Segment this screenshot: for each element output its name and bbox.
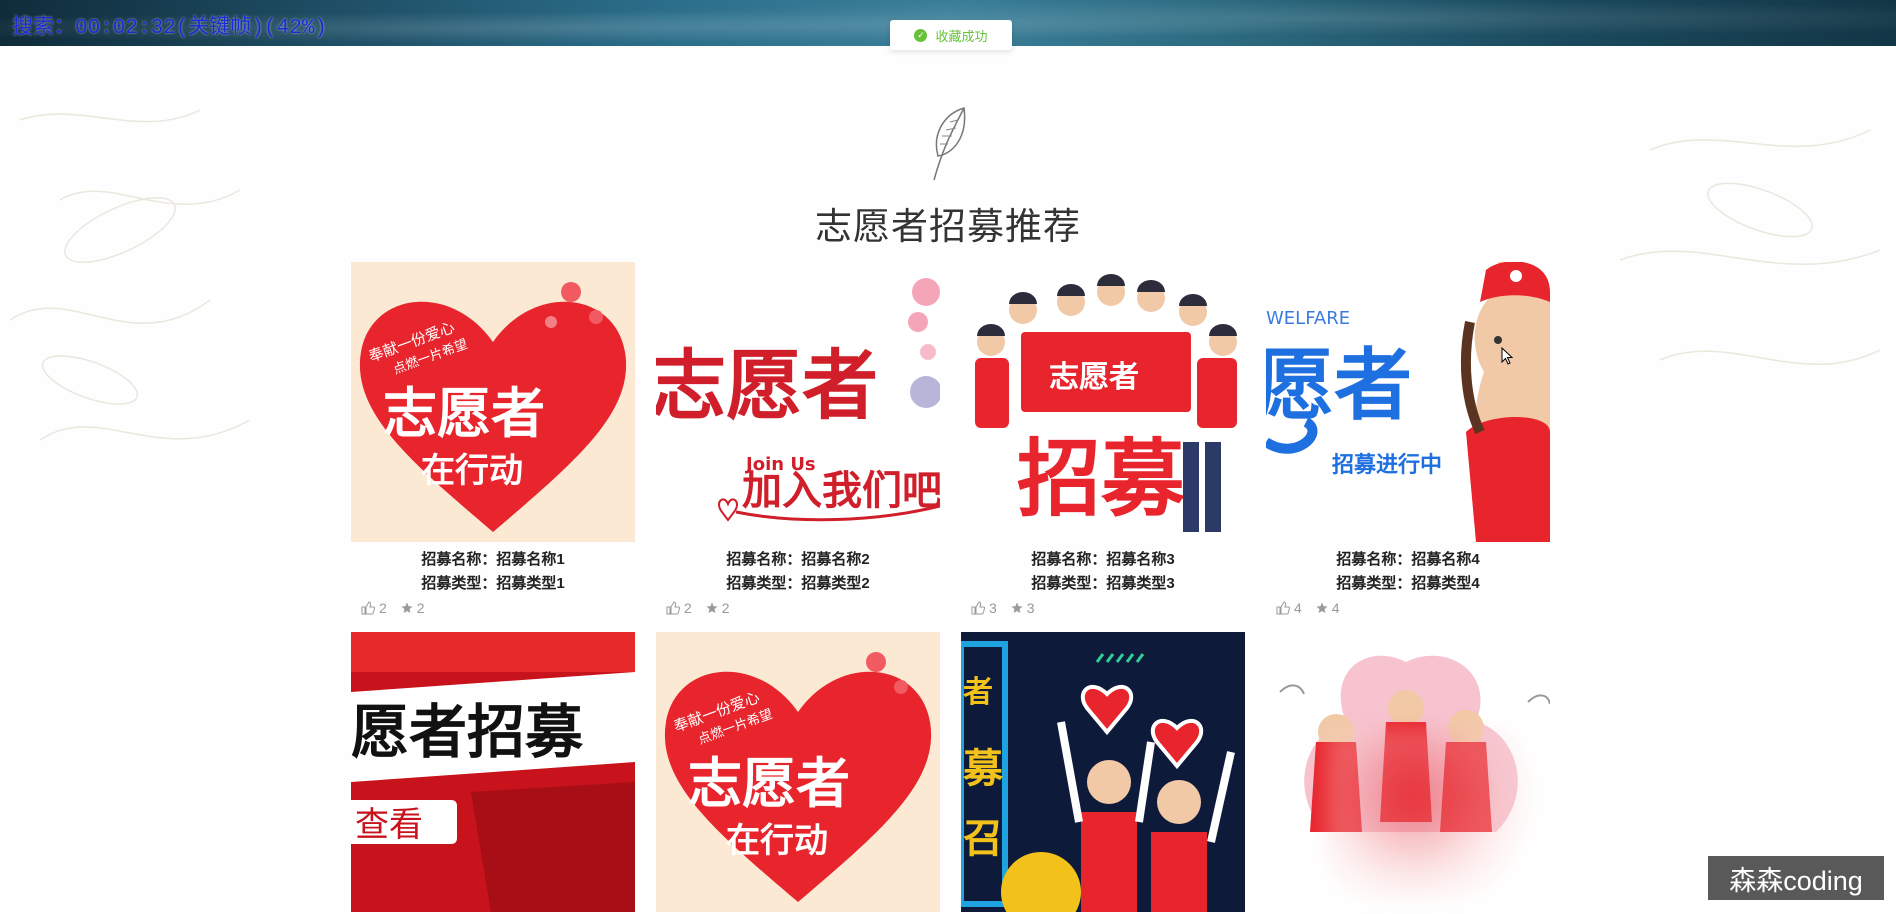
recruit-poster-3[interactable]: 志愿者 招募 [961,262,1245,542]
card-stats: 2 2 [656,600,940,616]
recruit-card-3[interactable]: 志愿者 招募 招募名称：招募名称3 招募类型：招募类型3 3 3 [961,262,1245,616]
video-search-overlay: 搜索：00:02:32(关键帧)(42%) [12,17,328,40]
thumbs-up-icon [361,601,375,615]
like-count: 4 [1294,600,1302,616]
recruit-card-2[interactable]: 志愿者 Join Us 加入我们吧 招募名称：招募名称2 招募类型：招募类型2 … [656,262,940,616]
poster-headline: 志愿者 [688,752,850,815]
recruit-type: 招募类型：招募类型3 [1031,575,1175,592]
recruit-poster-6[interactable]: 奉献一份爱心 点燃一片希望 志愿者 在行动 [656,632,940,912]
star-icon [1011,602,1023,613]
poster-headline: 愿者 [1266,341,1412,431]
recruit-poster-2[interactable]: 志愿者 Join Us 加入我们吧 [656,262,940,542]
poster-subheadline: 加入我们吧 [742,468,940,514]
poster-subheadline: 招募进行中 [1332,452,1442,478]
card-info: 招募名称：招募名称1 招募类型：招募类型1 [351,548,635,596]
star-icon [401,602,413,613]
recruit-name: 招募名称：招募名称2 [726,551,870,568]
recruit-type: 招募类型：招募类型4 [1336,575,1480,592]
card-stats: 3 3 [961,600,1245,616]
card-stats: 4 4 [1266,600,1550,616]
recruit-poster-7[interactable]: 者 募 召 [961,632,1245,912]
recruit-poster-4[interactable]: WELFARE 愿者 招募进行中 [1266,262,1550,542]
recruit-poster-5[interactable]: 愿者招募 查看 [351,632,635,912]
blur-patch [1326,728,1546,898]
thumbs-up-icon [971,601,985,615]
poster-headline: 招募 [1017,430,1186,528]
poster-subheadline: 在行动 [421,451,523,491]
poster-banner-text: 志愿者 [1049,360,1139,395]
recruit-card-6[interactable]: 奉献一份爱心 点燃一片希望 志愿者 在行动 [656,632,940,912]
toast-message: 收藏成功 [935,28,988,44]
like-stat[interactable]: 2 [666,600,692,616]
poster-char-2: 募 [962,746,1004,792]
recruit-poster-1[interactable]: 奉献一份爱心 点燃一片希望 志愿者 在行动 [351,262,635,542]
card-info: 招募名称：招募名称2 招募类型：招募类型2 [656,548,940,596]
section-title: 志愿者招募推荐 [815,206,1081,247]
star-icon [706,602,718,613]
favorite-count: 4 [1331,600,1340,616]
like-stat[interactable]: 4 [1276,600,1302,616]
recruit-card-4[interactable]: WELFARE 愿者 招募进行中 招募名称：招募名称4 招募类型：招募类型4 4 [1266,262,1550,616]
poster-button-text: 查看 [355,805,423,845]
recruit-card-5[interactable]: 愿者招募 查看 [351,632,635,912]
poster-headline: 愿者招募 [351,698,584,766]
favorite-count: 2 [416,600,425,616]
favorite-stat[interactable]: 2 [401,600,425,616]
recruit-name: 招募名称：招募名称1 [421,551,565,568]
card-info: 招募名称：招募名称4 招募类型：招募类型4 [1266,548,1550,596]
watermark: 森森coding [1708,856,1884,900]
like-count: 3 [989,600,997,616]
thumbs-up-icon [666,601,680,615]
star-icon [1316,602,1328,613]
like-stat[interactable]: 3 [971,600,997,616]
poster-subheadline: 在行动 [726,821,828,861]
poster-welfare: WELFARE [1266,308,1350,329]
favorite-stat[interactable]: 2 [706,600,730,616]
poster-char-1: 者 [963,675,993,710]
page: 搜索：00:02:32(关键帧)(42%) ✓ 收藏成功 志愿者招募推荐 奉献一… [0,0,1896,914]
success-toast: ✓ 收藏成功 [890,20,1012,50]
poster-headline: 志愿者 [383,382,545,445]
recruit-card-1[interactable]: 奉献一份爱心 点燃一片希望 志愿者 在行动 招募名称：招募名称1 招募类型：招募… [351,262,635,616]
card-stats: 2 2 [351,600,635,616]
like-count: 2 [379,600,387,616]
recruit-type: 招募类型：招募类型2 [726,575,870,592]
poster-char-3: 召 [963,816,1003,862]
favorite-count: 2 [721,600,730,616]
mouse-cursor-icon [1501,347,1513,365]
favorite-stat[interactable]: 3 [1011,600,1035,616]
like-count: 2 [684,600,692,616]
card-info: 招募名称：招募名称3 招募类型：招募类型3 [961,548,1245,596]
poster-headline: 志愿者 [656,341,878,430]
recruit-type: 招募类型：招募类型1 [421,575,565,592]
check-circle-icon: ✓ [914,28,928,42]
leaf-icon [933,107,966,181]
favorite-count: 3 [1026,600,1035,616]
favorite-stat[interactable]: 4 [1316,600,1340,616]
like-stat[interactable]: 2 [361,600,387,616]
recruit-name: 招募名称：招募名称4 [1336,551,1480,568]
recruit-card-7[interactable]: 者 募 召 [961,632,1245,912]
recruit-name: 招募名称：招募名称3 [1031,551,1175,568]
thumbs-up-icon [1276,601,1290,615]
